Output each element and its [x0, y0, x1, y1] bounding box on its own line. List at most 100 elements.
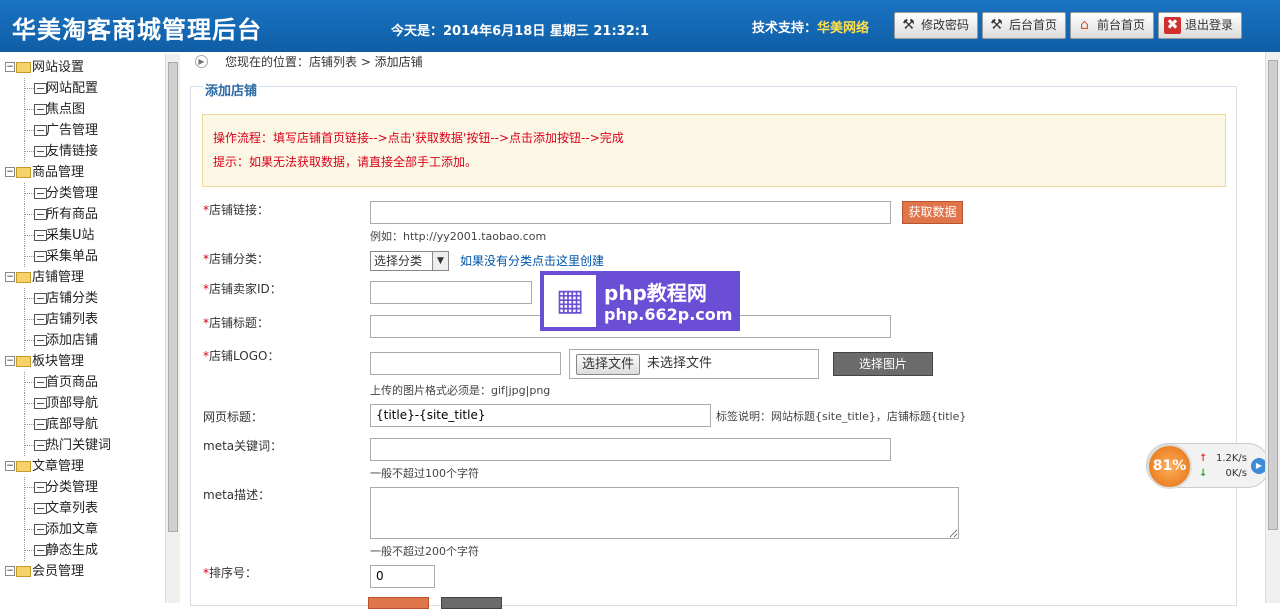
sidebar-item-label: 网站配置	[46, 81, 99, 96]
page-icon	[34, 188, 47, 199]
sidebar-item-label: 采集单品	[46, 249, 99, 264]
tree-line	[24, 151, 34, 152]
sidebar-item-label: 添加文章	[46, 522, 99, 537]
sidebar-item-label: 所有商品	[46, 207, 99, 222]
tree-line	[24, 214, 34, 215]
sidebar-item[interactable]: 所有商品	[2, 204, 111, 225]
sidebar-item[interactable]: 顶部导航	[2, 393, 111, 414]
sidebar-item[interactable]: 静态生成	[2, 540, 111, 561]
sidebar-item[interactable]: 热门关键词	[2, 435, 111, 456]
description-hint: 一般不超过200个字符	[370, 545, 479, 558]
category-select[interactable]: 选择分类 ▼	[370, 251, 449, 271]
sidebar-item[interactable]: 网站配置	[2, 78, 111, 99]
sidebar-item[interactable]: 分类管理	[2, 183, 111, 204]
collapse-icon[interactable]: −	[5, 566, 15, 576]
logout-button[interactable]: ✖ 退出登录	[1158, 12, 1242, 39]
tree-line	[24, 109, 34, 110]
sidebar-group[interactable]: − 商品管理	[2, 162, 111, 183]
main-scroll-thumb[interactable]	[1268, 60, 1278, 530]
sidebar-item-label: 店铺分类	[46, 291, 99, 306]
keywords-hint: 一般不超过100个字符	[370, 467, 479, 480]
seller-id-input[interactable]	[370, 281, 532, 304]
page-icon	[34, 482, 47, 493]
sidebar-item[interactable]: 友情链接	[2, 141, 111, 162]
sidebar-group-label: 板块管理	[32, 354, 85, 369]
arrow-up-icon: ↑	[1199, 453, 1208, 464]
change-password-button[interactable]: ⚒ 修改密码	[894, 12, 978, 39]
sidebar-item[interactable]: 首页商品	[2, 372, 111, 393]
create-category-link[interactable]: 如果没有分类点击这里创建	[460, 252, 604, 269]
folder-icon	[16, 461, 31, 472]
sidebar-scrollbar[interactable]	[165, 54, 180, 603]
sidebar-item[interactable]: 焦点图	[2, 99, 111, 120]
sidebar-group[interactable]: − 网站设置	[2, 57, 111, 78]
add-shop-panel: 添加店铺 操作流程：填写店铺首页链接-->点击'获取数据'按钮-->点击添加按钮…	[190, 80, 1237, 609]
sidebar-group[interactable]: − 板块管理	[2, 351, 111, 372]
sidebar-item[interactable]: 底部导航	[2, 414, 111, 435]
sidebar-item-label: 分类管理	[46, 480, 99, 495]
main-scrollbar[interactable]	[1265, 52, 1280, 603]
description-textarea[interactable]	[370, 487, 959, 539]
choose-image-button[interactable]: 选择图片	[833, 352, 933, 376]
sort-input[interactable]: 0	[370, 565, 435, 588]
sidebar-item-label: 底部导航	[46, 417, 99, 432]
tree-line	[24, 319, 34, 320]
folder-icon	[16, 167, 31, 178]
sidebar-item[interactable]: 店铺分类	[2, 288, 111, 309]
admin-home-label: 后台首页	[1009, 18, 1058, 32]
submit-button[interactable]	[368, 597, 429, 609]
collapse-icon[interactable]: −	[5, 167, 15, 177]
choose-file-button[interactable]: 选择文件	[576, 354, 641, 375]
page-title-label: 网页标题：	[203, 410, 264, 424]
watermark-mark: ▦	[544, 275, 596, 327]
sidebar-group[interactable]: − 会员管理	[2, 561, 111, 582]
sidebar-item[interactable]: 采集U站	[2, 225, 111, 246]
collapse-icon[interactable]: −	[5, 356, 15, 366]
sidebar-item[interactable]: 添加文章	[2, 519, 111, 540]
page-icon	[34, 419, 47, 430]
page-icon	[34, 440, 47, 451]
page-icon	[34, 503, 47, 514]
notice-line-2: 提示：如果无法获取数据，请直接全部手工添加。	[213, 155, 478, 169]
collapse-icon[interactable]: −	[5, 62, 15, 72]
page-icon	[34, 293, 47, 304]
tools-icon: ⚒	[990, 17, 1003, 33]
sidebar-item[interactable]: 分类管理	[2, 477, 111, 498]
logo-path-input[interactable]	[370, 352, 561, 375]
network-speed-widget[interactable]: 81% ↑ 1.2K/s ↓ 0K/s ▶	[1146, 443, 1270, 489]
notice-line-1: 操作流程：填写店铺首页链接-->点击'获取数据'按钮-->点击添加按钮-->完成	[213, 131, 624, 145]
sidebar-item[interactable]: 采集单品	[2, 246, 111, 267]
sidebar-group[interactable]: − 店铺管理	[2, 267, 111, 288]
collapse-icon[interactable]: −	[5, 461, 15, 471]
sidebar-group[interactable]: − 文章管理	[2, 456, 111, 477]
page-icon	[34, 377, 47, 388]
reset-button[interactable]	[441, 597, 502, 609]
tree-line	[24, 340, 34, 341]
sidebar-item[interactable]: 广告管理	[2, 120, 111, 141]
logo-file-input[interactable]: 选择文件 未选择文件	[569, 349, 819, 379]
tech-support: 技术支持：华美网络	[752, 17, 869, 36]
sidebar-item[interactable]: 文章列表	[2, 498, 111, 519]
upload-speed: ↑ 1.2K/s	[1199, 453, 1247, 464]
admin-home-button[interactable]: ⚒ 后台首页	[982, 12, 1066, 39]
tree-line	[24, 445, 34, 446]
tree-line	[24, 487, 34, 488]
shop-title-label: *店铺标题：	[203, 316, 270, 330]
tree-line	[24, 403, 34, 404]
page-icon	[34, 335, 47, 346]
sidebar-item[interactable]: 添加店铺	[2, 330, 111, 351]
sidebar-group-label: 店铺管理	[32, 270, 85, 285]
sidebar-scroll-thumb[interactable]	[168, 62, 178, 532]
fetch-data-button[interactable]: 获取数据	[902, 201, 963, 224]
close-icon: ✖	[1164, 17, 1181, 34]
folder-icon	[16, 62, 31, 73]
sidebar-item-label: 首页商品	[46, 375, 99, 390]
home-icon: ⌂	[1080, 17, 1089, 33]
site-home-button[interactable]: ⌂ 前台首页	[1070, 12, 1154, 39]
shop-link-input[interactable]	[370, 201, 891, 224]
sidebar-item[interactable]: 店铺列表	[2, 309, 111, 330]
chevron-right-icon: ▶	[195, 55, 208, 68]
page-title-input[interactable]: {title}-{site_title}	[370, 404, 711, 427]
keywords-input[interactable]	[370, 438, 891, 461]
collapse-icon[interactable]: −	[5, 272, 15, 282]
